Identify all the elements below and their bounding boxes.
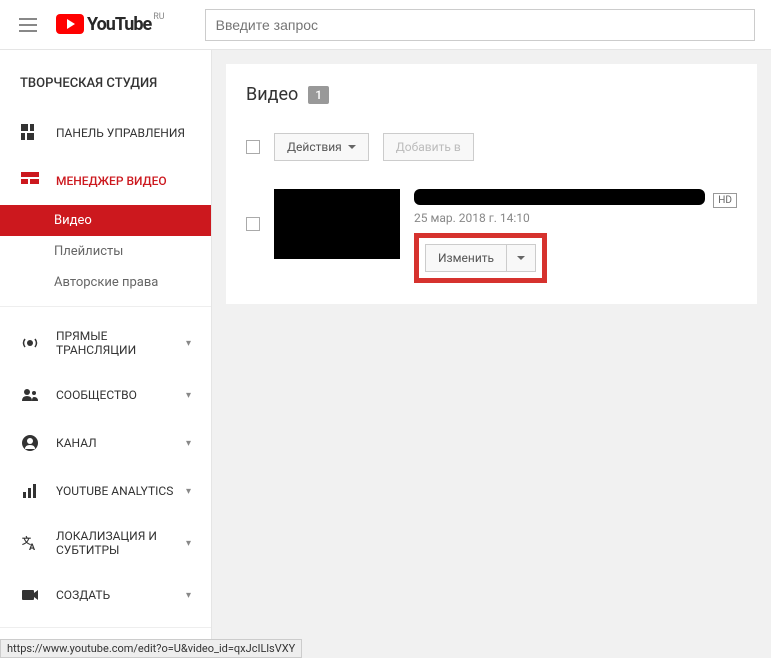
chevron-down-icon: ▾ [186,486,191,497]
youtube-icon [56,14,84,34]
menu-icon[interactable] [16,13,40,37]
create-icon [20,585,40,605]
sidebar-sub-copyright[interactable]: Авторские права [0,267,211,298]
logo-region: RU [153,12,164,22]
video-checkbox[interactable] [246,217,260,231]
sidebar-label: СОЗДАТЬ [56,588,186,602]
sidebar-item-analytics[interactable]: YOUTUBE ANALYTICS ▾ [0,467,211,515]
sidebar-sub-playlists[interactable]: Плейлисты [0,236,211,267]
edit-highlight-box: Изменить [414,233,547,283]
dashboard-icon [20,123,40,143]
logo-text: YouTube [87,14,151,35]
sidebar-item-community[interactable]: СООБЩЕСТВО ▾ [0,371,211,419]
live-icon [20,333,40,353]
divider [0,306,211,307]
channel-icon [20,433,40,453]
edit-dropdown-button[interactable] [507,244,536,272]
toolbar: Действия Добавить в [246,133,737,161]
header: YouTube RU [0,0,771,50]
hd-badge: HD [713,193,737,208]
community-icon [20,385,40,405]
chevron-down-icon: ▾ [186,338,191,349]
sidebar-item-localization[interactable]: 文A ЛОКАЛИЗАЦИЯ И СУБТИТРЫ ▾ [0,515,211,571]
video-count-badge: 1 [308,86,329,104]
sidebar-label: СООБЩЕСТВО [56,388,186,402]
youtube-logo[interactable]: YouTube RU [56,14,165,35]
video-date: 25 мар. 2018 г. 14:10 [414,211,737,225]
select-all-checkbox[interactable] [246,140,260,154]
video-panel: Видео 1 Действия Добавить в HD [226,64,757,304]
chevron-down-icon: ▾ [186,590,191,601]
video-row: HD 25 мар. 2018 г. 14:10 Изменить [246,189,737,283]
search-input[interactable] [205,9,755,41]
sidebar-label: МЕНЕДЖЕР ВИДЕО [56,174,191,188]
analytics-icon [20,481,40,501]
svg-text:A: A [29,543,36,552]
divider [0,627,211,628]
chevron-down-icon: ▾ [186,538,191,549]
sidebar-label: YOUTUBE ANALYTICS [56,484,186,498]
status-bar-url: https://www.youtube.com/edit?o=U&video_i… [0,639,302,658]
sidebar-item-video-manager[interactable]: МЕНЕДЖЕР ВИДЕО [0,157,211,205]
sidebar-label: ПРЯМЫЕ ТРАНСЛЯЦИИ [56,329,186,357]
sidebar-title: ТВОРЧЕСКАЯ СТУДИЯ [0,60,211,109]
edit-button[interactable]: Изменить [425,244,507,272]
chevron-down-icon: ▾ [186,438,191,449]
sidebar-item-create[interactable]: СОЗДАТЬ ▾ [0,571,211,619]
translate-icon: 文A [20,533,40,553]
sidebar-item-live[interactable]: ПРЯМЫЕ ТРАНСЛЯЦИИ ▾ [0,315,211,371]
video-thumbnail[interactable] [274,189,400,259]
sidebar-sub-videos[interactable]: Видео [0,205,211,236]
main-content: Видео 1 Действия Добавить в HD [212,50,771,640]
page-title: Видео [246,84,298,105]
video-title-redacted[interactable] [414,189,705,205]
sidebar-label: ПАНЕЛЬ УПРАВЛЕНИЯ [56,126,191,140]
actions-button[interactable]: Действия [274,133,369,161]
video-manager-icon [20,171,40,191]
chevron-down-icon: ▾ [186,390,191,401]
sidebar-label: КАНАЛ [56,436,186,450]
caret-down-icon [348,145,356,149]
add-to-button[interactable]: Добавить в [383,133,474,161]
sidebar: ТВОРЧЕСКАЯ СТУДИЯ ПАНЕЛЬ УПРАВЛЕНИЯ МЕНЕ… [0,50,212,640]
sidebar-item-dashboard[interactable]: ПАНЕЛЬ УПРАВЛЕНИЯ [0,109,211,157]
sidebar-item-channel[interactable]: КАНАЛ ▾ [0,419,211,467]
caret-down-icon [517,256,525,260]
sidebar-label: ЛОКАЛИЗАЦИЯ И СУБТИТРЫ [56,529,186,557]
